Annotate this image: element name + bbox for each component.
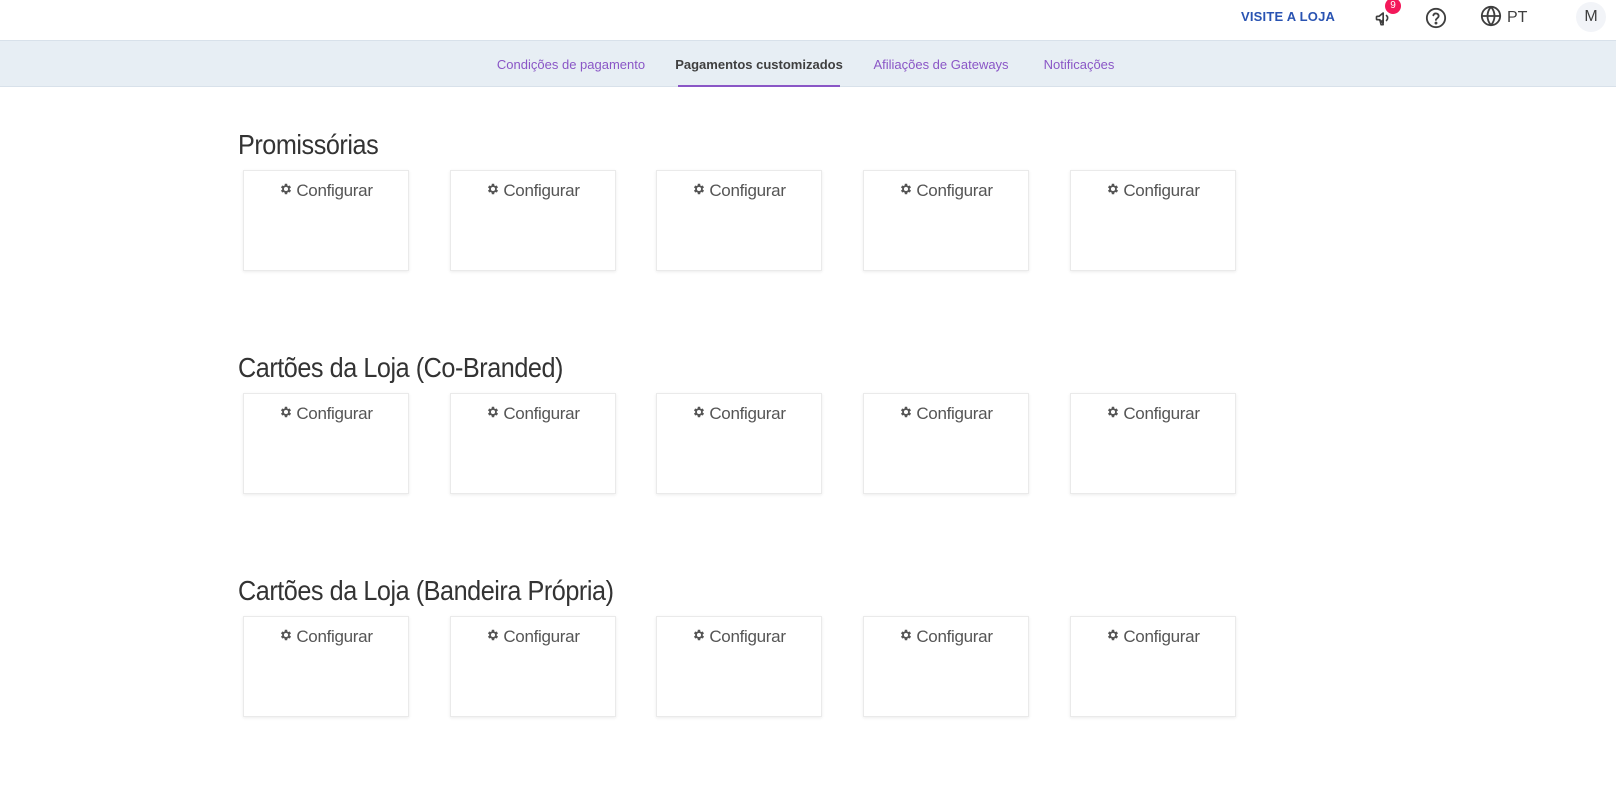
gear-icon bbox=[692, 404, 706, 424]
card-list: Configurar Configurar Configurar Configu… bbox=[243, 393, 1236, 494]
gear-icon bbox=[486, 627, 500, 647]
configure-label: Configurar bbox=[503, 404, 580, 423]
section-title: Promissórias bbox=[238, 129, 379, 160]
payment-card: Configurar bbox=[450, 616, 616, 717]
payment-card: Configurar bbox=[450, 393, 616, 494]
payment-card: Configurar bbox=[1070, 170, 1236, 271]
configure-button[interactable]: Configurar bbox=[1071, 181, 1235, 201]
help-circle-icon bbox=[1425, 7, 1447, 29]
gear-icon bbox=[279, 404, 293, 424]
configure-button[interactable]: Configurar bbox=[244, 181, 408, 201]
notification-count-badge: 9 bbox=[1385, 0, 1401, 14]
payment-card: Configurar bbox=[863, 616, 1029, 717]
payment-card: Configurar bbox=[656, 170, 822, 271]
card-list: Configurar Configurar Configurar Configu… bbox=[243, 616, 1236, 717]
payment-card: Configurar bbox=[1070, 393, 1236, 494]
configure-button[interactable]: Configurar bbox=[451, 404, 615, 424]
visit-store-link[interactable]: VISITE A LOJA bbox=[1241, 9, 1335, 24]
payment-card: Configurar bbox=[1070, 616, 1236, 717]
gear-icon bbox=[899, 404, 913, 424]
configure-button[interactable]: Configurar bbox=[864, 627, 1028, 647]
configure-label: Configurar bbox=[709, 181, 786, 200]
gear-icon bbox=[279, 181, 293, 201]
payment-card: Configurar bbox=[450, 170, 616, 271]
section-co-branded-cards: Cartões da Loja (Co-Branded) Configurar … bbox=[238, 347, 1238, 494]
tab-notifications[interactable]: Notificações bbox=[1044, 41, 1115, 87]
configure-label: Configurar bbox=[709, 627, 786, 646]
payment-card: Configurar bbox=[243, 170, 409, 271]
section-promissory-notes: Promissórias Configurar Configurar Confi… bbox=[238, 124, 1238, 271]
payment-card: Configurar bbox=[863, 170, 1029, 271]
configure-button[interactable]: Configurar bbox=[864, 404, 1028, 424]
configure-label: Configurar bbox=[916, 181, 993, 200]
gear-icon bbox=[1106, 181, 1120, 201]
payment-card: Configurar bbox=[863, 393, 1029, 494]
configure-button[interactable]: Configurar bbox=[451, 181, 615, 201]
configure-label: Configurar bbox=[296, 181, 373, 200]
payment-card: Configurar bbox=[243, 616, 409, 717]
configure-label: Configurar bbox=[709, 404, 786, 423]
gear-icon bbox=[1106, 627, 1120, 647]
language-switcher[interactable]: PT bbox=[1480, 5, 1527, 31]
gear-icon bbox=[486, 181, 500, 201]
user-avatar[interactable]: M bbox=[1576, 2, 1606, 32]
configure-label: Configurar bbox=[296, 404, 373, 423]
configure-label: Configurar bbox=[503, 627, 580, 646]
tab-custom-payments[interactable]: Pagamentos customizados bbox=[675, 41, 843, 87]
configure-label: Configurar bbox=[296, 627, 373, 646]
configure-label: Configurar bbox=[1123, 627, 1200, 646]
payment-card: Configurar bbox=[656, 393, 822, 494]
announcements-button[interactable]: 9 bbox=[1371, 0, 1401, 31]
card-list: Configurar Configurar Configurar Configu… bbox=[243, 170, 1236, 271]
section-title: Cartões da Loja (Bandeira Própria) bbox=[238, 575, 614, 606]
tab-gateway-affiliations[interactable]: Afiliações de Gateways bbox=[873, 41, 1008, 87]
language-code: PT bbox=[1507, 9, 1528, 26]
configure-button[interactable]: Configurar bbox=[657, 181, 821, 201]
configure-button[interactable]: Configurar bbox=[451, 627, 615, 647]
configure-label: Configurar bbox=[1123, 404, 1200, 423]
configure-button[interactable]: Configurar bbox=[864, 181, 1028, 201]
top-header: VISITE A LOJA 9 PT M bbox=[0, 0, 1616, 40]
configure-button[interactable]: Configurar bbox=[1071, 404, 1235, 424]
configure-label: Configurar bbox=[1123, 181, 1200, 200]
gear-icon bbox=[692, 627, 706, 647]
gear-icon bbox=[279, 627, 293, 647]
configure-label: Configurar bbox=[916, 404, 993, 423]
configure-button[interactable]: Configurar bbox=[657, 404, 821, 424]
gear-icon bbox=[1106, 404, 1120, 424]
gear-icon bbox=[899, 627, 913, 647]
tab-payment-conditions[interactable]: Condições de pagamento bbox=[497, 41, 645, 87]
gear-icon bbox=[899, 181, 913, 201]
tab-navigation: Condições de pagamento Pagamentos custom… bbox=[0, 40, 1616, 87]
configure-label: Configurar bbox=[503, 181, 580, 200]
configure-label: Configurar bbox=[916, 627, 993, 646]
configure-button[interactable]: Configurar bbox=[244, 627, 408, 647]
section-title: Cartões da Loja (Co-Branded) bbox=[238, 352, 563, 383]
payment-card: Configurar bbox=[656, 616, 822, 717]
help-button[interactable] bbox=[1423, 5, 1449, 31]
configure-button[interactable]: Configurar bbox=[244, 404, 408, 424]
configure-button[interactable]: Configurar bbox=[657, 627, 821, 647]
configure-button[interactable]: Configurar bbox=[1071, 627, 1235, 647]
gear-icon bbox=[692, 181, 706, 201]
gear-icon bbox=[486, 404, 500, 424]
section-own-brand-cards: Cartões da Loja (Bandeira Própria) Confi… bbox=[238, 570, 1238, 717]
globe-icon bbox=[1480, 5, 1502, 32]
payment-card: Configurar bbox=[243, 393, 409, 494]
